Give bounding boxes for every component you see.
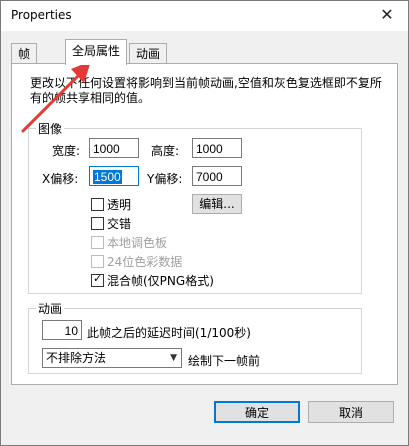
tab-panel: 更改以下任何设置将影响到当前帧动画,空值和灰色复选框即不复所有的帧共享相同的值。… (11, 63, 398, 385)
interlace-checkbox[interactable] (91, 217, 104, 230)
description-text: 更改以下任何设置将影响到当前帧动画,空值和灰色复选框即不复所有的帧共享相同的值。 (30, 76, 382, 105)
transparent-checkbox[interactable] (91, 198, 104, 211)
x-offset-label: X偏移: (42, 172, 79, 186)
transparent-label: 透明 (107, 198, 132, 212)
title-bar: Properties ✕ (1, 1, 408, 31)
close-icon[interactable]: ✕ (376, 4, 398, 26)
x-offset-field[interactable]: 1500 (89, 166, 139, 186)
y-offset-field[interactable]: 7000 (192, 166, 242, 186)
edit-button[interactable]: 编辑... (192, 194, 242, 214)
local-palette-label: 本地调色板 (107, 236, 168, 250)
tab-animation[interactable]: 动画 (129, 43, 168, 64)
dispose-method-select[interactable]: 不排除方法 ▼ (42, 348, 182, 368)
image-group-label: 图像 (36, 120, 65, 137)
24bit-color-checkbox (91, 255, 104, 268)
dispose-label: 绘制下一帧前 (188, 354, 261, 368)
blend-frame-checkbox[interactable] (91, 272, 104, 287)
tab-frame[interactable]: 帧 (11, 43, 38, 64)
delay-label: 此帧之后的延迟时间(1/100秒) (87, 326, 251, 340)
x-offset-selected-text: 1500 (93, 170, 122, 184)
ok-button[interactable]: 确定 (214, 401, 300, 423)
chevron-down-icon: ▼ (170, 353, 177, 363)
tab-global-properties[interactable]: 全局属性 (65, 39, 128, 65)
24bit-color-label: 24位色彩数据 (107, 255, 183, 269)
properties-dialog: Properties ✕ 帧 全局属性 动画 更改以下任何设置将影响到当前帧动画… (0, 0, 409, 446)
blend-frame-label: 混合帧(仅PNG格式) (107, 274, 214, 288)
animation-group-label: 动画 (36, 300, 65, 317)
cancel-button[interactable]: 取消 (308, 401, 394, 423)
height-field[interactable]: 1000 (192, 138, 242, 158)
interlace-label: 交错 (107, 217, 132, 231)
width-label: 宽度: (52, 144, 81, 158)
height-label: 高度: (151, 144, 180, 158)
dialog-title: Properties (11, 8, 72, 22)
delay-field[interactable]: 10 (42, 320, 82, 340)
width-field[interactable]: 1000 (89, 138, 139, 158)
local-palette-checkbox (91, 236, 104, 249)
y-offset-label: Y偏移: (147, 172, 183, 186)
dispose-method-value: 不排除方法 (46, 351, 107, 365)
